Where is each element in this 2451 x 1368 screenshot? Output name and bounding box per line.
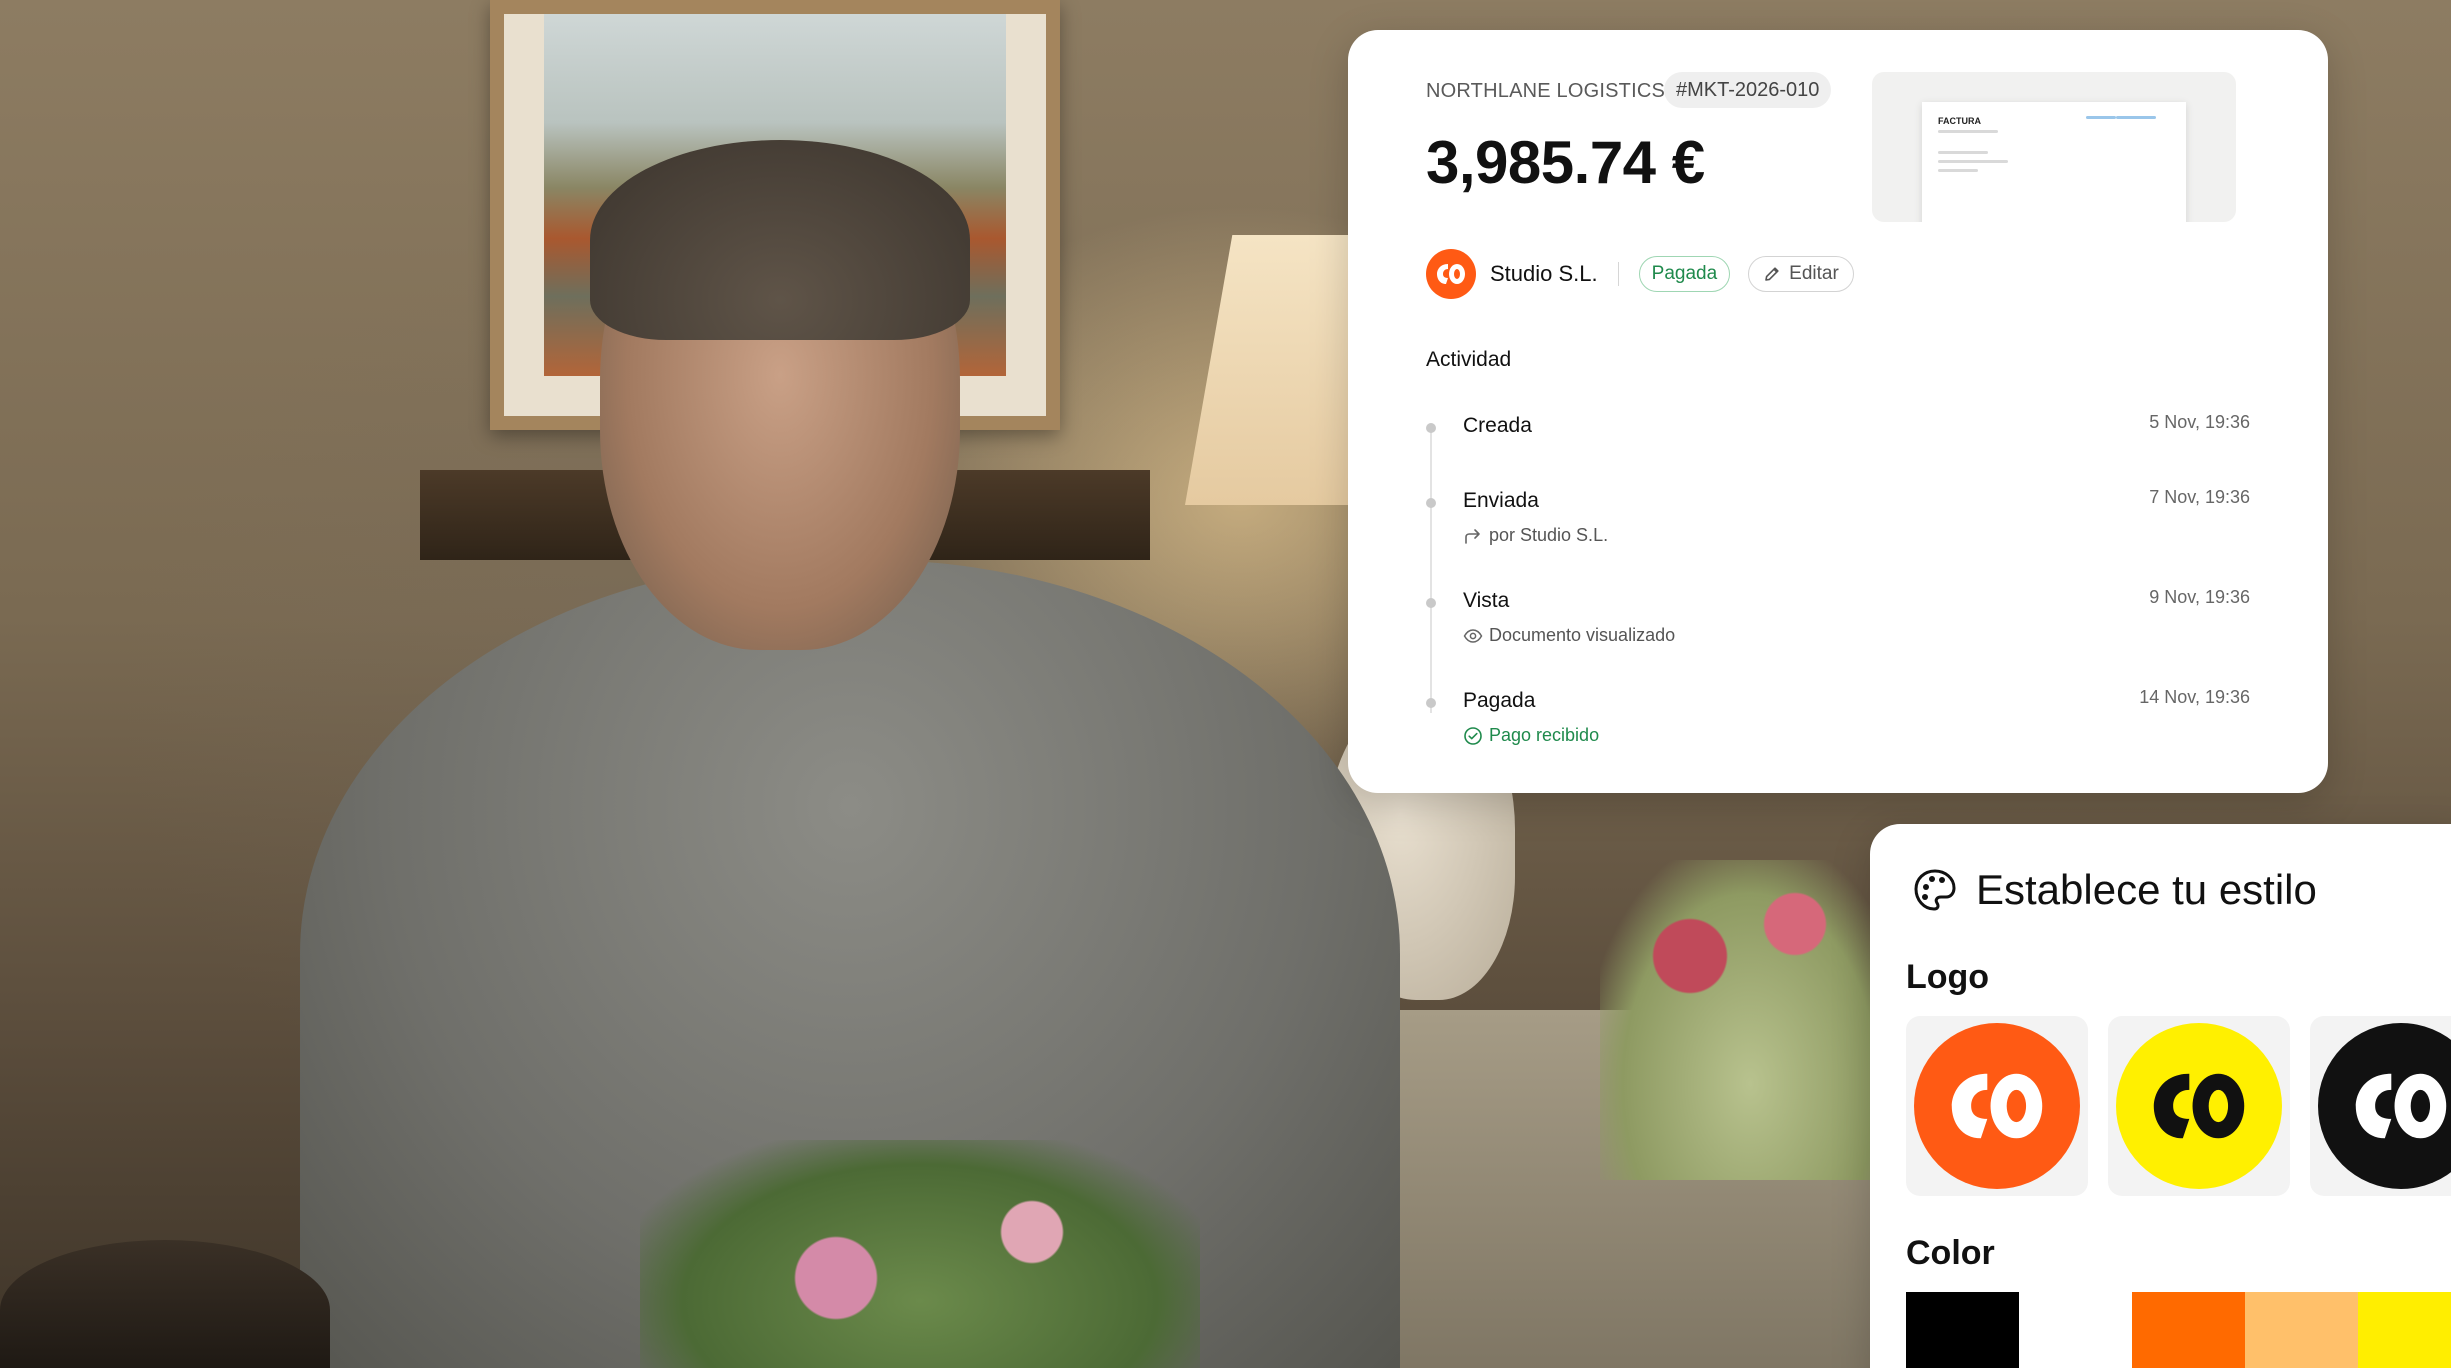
company-name: NORTHLANE LOGISTICS [1426, 80, 1666, 102]
invoice-id-badge: #MKT-2026-010 [1664, 72, 1832, 108]
edit-button[interactable]: Editar [1748, 256, 1854, 292]
event-title: Pagada [1463, 689, 1536, 712]
event-time: 9 Nov, 19:36 [2149, 587, 2250, 607]
event-time: 7 Nov, 19:36 [2149, 487, 2250, 507]
black-logo-icon [2318, 1023, 2451, 1189]
timeline-line [1430, 428, 1432, 713]
invoice-preview-paper: FACTURA [1922, 102, 2186, 222]
yellow-logo-icon [2116, 1023, 2282, 1189]
event-detail-text: Pago recibido [1489, 725, 1600, 745]
flowers-vase [1600, 860, 1900, 1180]
logo-option-black[interactable] [2310, 1016, 2451, 1196]
timeline-dot [1426, 598, 1436, 608]
event-title: Vista [1463, 589, 1510, 612]
client-name: Studio S.L. [1490, 261, 1598, 286]
palette-icon [1914, 869, 1956, 911]
invoice-card: NORTHLANE LOGISTICS #MKT-2026-010 3,985.… [1348, 30, 2328, 793]
event-detail: por Studio S.L. [1463, 525, 1608, 546]
color-swatch-black[interactable] [1906, 1292, 2019, 1368]
event-detail-text: por Studio S.L. [1489, 525, 1609, 545]
event-time: 14 Nov, 19:36 [2139, 687, 2250, 707]
color-swatch-white[interactable] [2019, 1292, 2132, 1368]
timeline-dot [1426, 423, 1436, 433]
event-detail: Pago recibido [1463, 725, 1599, 746]
color-section-label: Color [1906, 1234, 1995, 1272]
edit-button-label: Editar [1789, 263, 1839, 284]
invoice-preview-thumbnail[interactable]: FACTURA [1872, 72, 2236, 222]
color-swatch-light-orange[interactable] [2245, 1292, 2358, 1368]
logo-section-label: Logo [1906, 958, 1990, 996]
orange-logo-icon [1914, 1023, 2080, 1189]
activity-title: Actividad [1426, 348, 1512, 371]
status-badge: Pagada [1638, 256, 1731, 292]
event-time: 5 Nov, 19:36 [2149, 412, 2250, 432]
event-detail: Documento visualizado [1463, 625, 1675, 646]
timeline-dot [1426, 698, 1436, 708]
check-circle-icon [1464, 726, 1482, 745]
style-panel-header: Establece tu estilo [1912, 866, 2317, 914]
logo-option-orange[interactable] [1906, 1016, 2088, 1196]
event-title: Creada [1463, 414, 1532, 437]
client-row: Studio S.L. Pagada Editar [1426, 248, 1854, 300]
event-title: Enviada [1463, 489, 1539, 512]
eye-icon [1463, 628, 1483, 643]
flowers-table [640, 1140, 1200, 1368]
event-detail-text: Documento visualizado [1489, 625, 1676, 645]
timeline-dot [1426, 498, 1436, 508]
divider [1617, 262, 1619, 286]
forward-arrow-icon [1465, 528, 1480, 544]
style-panel-title: Establece tu estilo [1976, 866, 2317, 913]
invoice-amount: 3,985.74 € [1426, 129, 1705, 196]
color-swatch-orange[interactable] [2132, 1292, 2245, 1368]
studio-logo-icon [1426, 249, 1476, 299]
color-swatch-yellow[interactable] [2358, 1292, 2451, 1368]
style-panel: Establece tu estilo Logo Color [1870, 824, 2451, 1368]
bowl [0, 1240, 330, 1368]
logo-option-yellow[interactable] [2108, 1016, 2290, 1196]
pencil-icon [1765, 267, 1779, 281]
person-hair [590, 140, 970, 340]
